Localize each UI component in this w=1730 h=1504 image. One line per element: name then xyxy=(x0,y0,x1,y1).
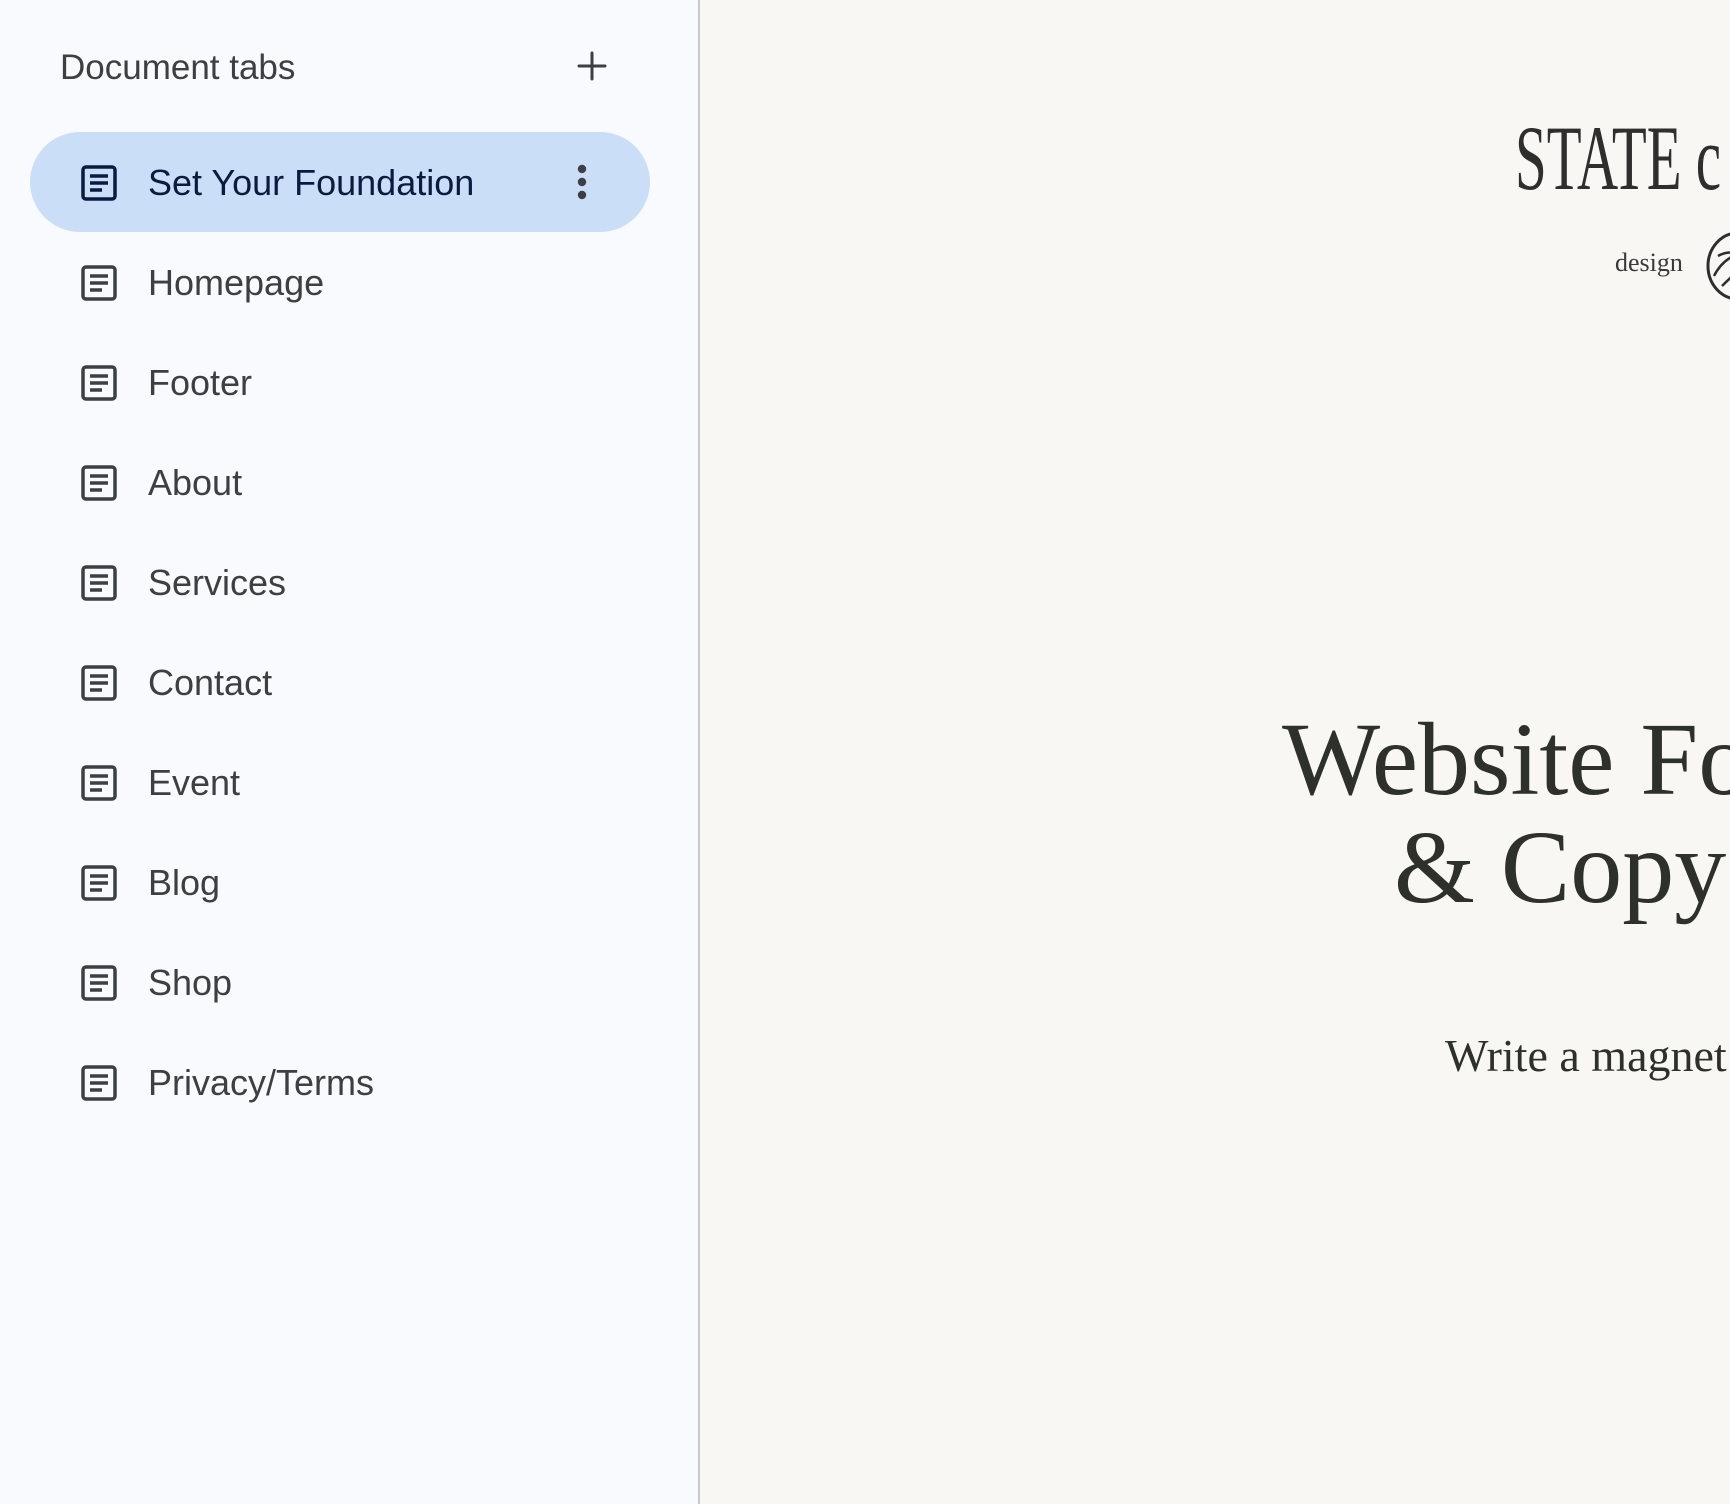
logo-wordmark: STATE c xyxy=(1515,107,1722,209)
tab-label: Contact xyxy=(148,662,273,703)
plus-icon xyxy=(577,51,607,81)
tab-label: Footer xyxy=(148,362,253,403)
tab-privacy-terms[interactable]: Privacy/Terms xyxy=(30,1032,650,1132)
tab-label: Services xyxy=(148,562,287,603)
document-icon xyxy=(81,365,117,401)
more-vert-icon xyxy=(577,164,587,200)
document-icon xyxy=(81,765,117,801)
logo-tagline: design xyxy=(1615,248,1683,277)
tab-label: Event xyxy=(148,762,241,803)
document-subtitle: Write a magnet xyxy=(1445,1030,1727,1081)
tab-event[interactable]: Event xyxy=(30,732,650,832)
document-icon xyxy=(81,165,117,201)
document-canvas[interactable]: STATE c design Website Fo & Copy Write a… xyxy=(702,0,1730,1504)
tab-blog[interactable]: Blog xyxy=(30,832,650,932)
tab-label: About xyxy=(148,462,243,503)
document-tabs-sidebar: Document tabs Set Your Foundation Homepa… xyxy=(0,0,700,1504)
document-icon xyxy=(81,265,117,301)
tab-list: Set Your Foundation Homepage Footer Abou… xyxy=(30,132,650,1132)
sidebar-title: Document tabs xyxy=(60,48,296,87)
document-icon xyxy=(81,565,117,601)
document-title-line1: Website Fo xyxy=(1282,702,1730,817)
tab-options-button[interactable] xyxy=(558,158,606,206)
add-tab-button[interactable] xyxy=(564,38,620,94)
tab-contact[interactable]: Contact xyxy=(30,632,650,732)
document-icon xyxy=(81,465,117,501)
tab-label: Shop xyxy=(148,962,233,1003)
tab-set-your-foundation[interactable]: Set Your Foundation xyxy=(30,132,650,232)
sidebar-header: Document tabs xyxy=(60,44,620,92)
tab-homepage[interactable]: Homepage xyxy=(30,232,650,332)
leaf-emblem-icon xyxy=(1706,232,1730,300)
tab-label: Privacy/Terms xyxy=(148,1062,375,1103)
tab-footer[interactable]: Footer xyxy=(30,332,650,432)
document-icon xyxy=(81,865,117,901)
tab-label: Homepage xyxy=(148,262,325,303)
document-icon xyxy=(81,1065,117,1101)
tab-label: Blog xyxy=(148,862,221,903)
document-icon xyxy=(81,665,117,701)
document-title-line2: & Copy xyxy=(1394,810,1727,925)
document-icon xyxy=(81,965,117,1001)
document-title: Website Fo & Copy xyxy=(1282,706,1730,922)
tab-shop[interactable]: Shop xyxy=(30,932,650,1032)
tab-about[interactable]: About xyxy=(30,432,650,532)
tab-label: Set Your Foundation xyxy=(148,162,475,203)
tab-services[interactable]: Services xyxy=(30,532,650,632)
